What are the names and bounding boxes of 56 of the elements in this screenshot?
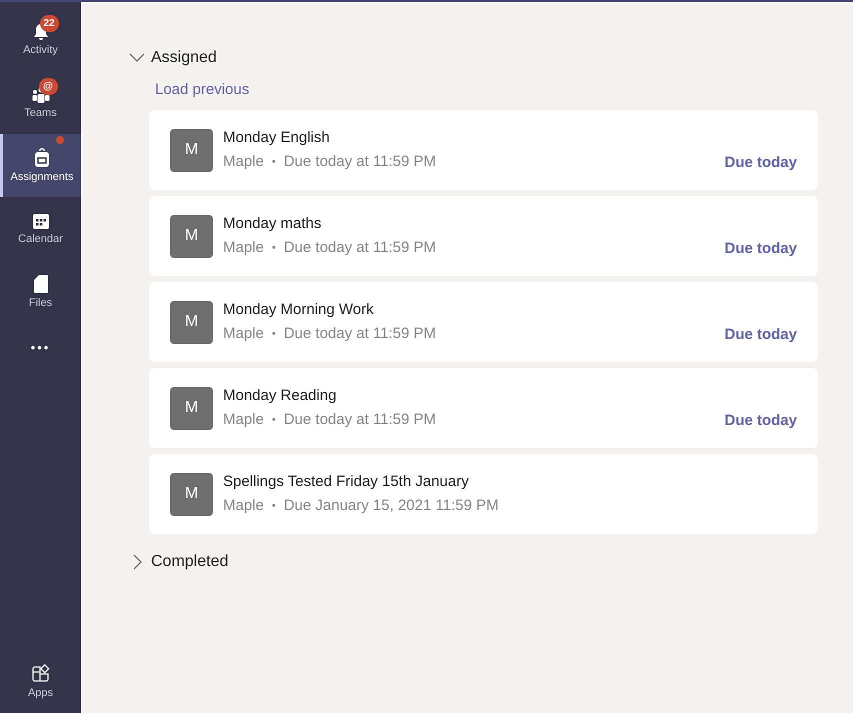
assignment-title: Monday maths — [223, 214, 322, 234]
due-status: Due today — [724, 152, 797, 172]
nav-item[interactable]: Assignments — [0, 134, 81, 197]
class-avatar: M — [170, 472, 213, 516]
section-toggle[interactable]: Assigned — [129, 46, 217, 70]
backpack-icon — [34, 148, 50, 168]
nav-item[interactable]: Files — [0, 260, 81, 323]
assignment-title: Monday Morning Work — [223, 300, 375, 320]
due-status: Due today — [724, 324, 797, 344]
class-name: Maple — [223, 324, 264, 344]
assignment-title: Spellings Tested Friday 15th January — [223, 472, 470, 492]
class-name: Maple — [223, 410, 264, 430]
assignment-title: Monday English — [223, 128, 331, 148]
class-name: Maple — [223, 238, 264, 258]
nav-item[interactable]: @ Teams — [0, 71, 81, 134]
nav-label: Activity — [23, 45, 58, 56]
notification-badge: 22 — [40, 15, 59, 32]
apps-icon — [30, 664, 50, 684]
nav-label: Apps — [28, 688, 54, 699]
nav-item[interactable]: Apps — [0, 650, 81, 713]
separator-dot: • — [272, 155, 276, 170]
nav-label: Files — [28, 298, 52, 309]
more-button[interactable]: ••• — [0, 323, 81, 373]
class-avatar: M — [170, 128, 213, 172]
class-avatar: M — [170, 214, 213, 258]
due-date: Due today at 11:59 PM — [284, 238, 436, 258]
assignment-card[interactable]: M Monday Morning Work Maple • Due today at 11:59 PM Due today — [149, 282, 818, 362]
class-name: Maple — [223, 496, 264, 516]
section-toggle[interactable]: Completed — [129, 550, 228, 574]
nav-item[interactable]: 22 Activity — [0, 8, 81, 71]
notification-badge: @ — [38, 78, 58, 95]
class-name: Maple — [223, 152, 264, 172]
due-date: Due today at 11:59 PM — [284, 152, 436, 172]
separator-dot: • — [272, 413, 276, 428]
assignment-card[interactable]: M Spellings Tested Friday 15th January Maple • Due January 15, 2021 11:59 PM — [149, 454, 818, 534]
separator-dot: • — [272, 499, 276, 514]
due-status: Due today — [724, 410, 797, 430]
assignment-title: Monday Reading — [223, 386, 338, 406]
due-status: Due today — [724, 238, 797, 258]
calendar-icon — [32, 212, 50, 230]
assignment-card[interactable]: M Monday Reading Maple • Due today at 11:59 PM Due today — [149, 368, 818, 448]
file-icon — [32, 274, 48, 294]
separator-dot: • — [272, 241, 276, 256]
due-date: Due today at 11:59 PM — [284, 410, 436, 430]
due-date: Due January 15, 2021 11:59 PM — [284, 496, 499, 516]
nav-label: Assignments — [10, 172, 74, 183]
load-previous-link[interactable]: Load previous — [155, 79, 250, 102]
nav-label: Calendar — [18, 234, 63, 245]
separator-dot: • — [272, 327, 276, 342]
due-date: Due today at 11:59 PM — [284, 324, 436, 344]
assignment-card[interactable]: M Monday English Maple • Due today at 11:59 PM Due today — [149, 110, 818, 190]
class-avatar: M — [170, 300, 213, 344]
nav-label: Teams — [24, 108, 57, 119]
assignment-card[interactable]: M Monday maths Maple • Due today at 11:59 PM Due today — [149, 196, 818, 276]
class-avatar: M — [170, 386, 213, 430]
nav-item[interactable]: Calendar — [0, 197, 81, 260]
